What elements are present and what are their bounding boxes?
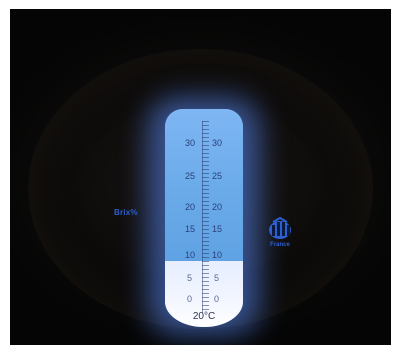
tick-left-25: 25	[185, 171, 196, 181]
tick-left-10: 10	[185, 250, 196, 260]
tick-right-15: 15	[212, 224, 223, 234]
tick-left-5: 5	[187, 273, 193, 283]
tick-right-5: 5	[214, 273, 220, 283]
brand-logo: France	[263, 216, 297, 256]
tick-right-0: 0	[214, 294, 220, 304]
tick-left-30: 30	[185, 138, 196, 148]
tick-left-0: 0	[187, 294, 193, 304]
temperature-label: 20°C	[192, 311, 216, 322]
refractometer-scale-field: 30 25 20 15 10 5 0 30 25 20 15 10 5 0 20…	[165, 109, 243, 327]
tick-right-20: 20	[212, 202, 223, 212]
tick-left-15: 15	[185, 224, 196, 234]
scale-graduations	[202, 121, 209, 313]
tick-right-30: 30	[212, 138, 223, 148]
tick-right-25: 25	[212, 171, 223, 181]
refractometer-photo: 30 25 20 15 10 5 0 30 25 20 15 10 5 0 20…	[10, 9, 391, 345]
brand-text: France	[270, 242, 290, 248]
tick-left-20: 20	[185, 202, 196, 212]
logo-icon	[269, 216, 291, 239]
brix-unit-label: Brix%	[114, 208, 138, 217]
tick-right-10: 10	[212, 250, 223, 260]
